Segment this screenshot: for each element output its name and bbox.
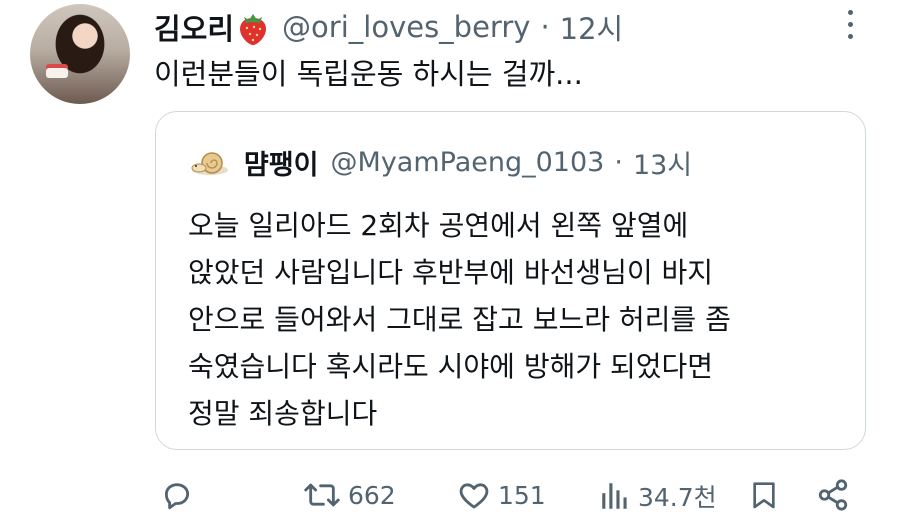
bookmark-button[interactable] bbox=[748, 478, 780, 512]
header-separator: · bbox=[540, 10, 550, 44]
tweet-text: 이런분들이 독립운동 하시는 걸까... bbox=[154, 57, 583, 91]
author-handle[interactable]: @ori_loves_berry bbox=[282, 10, 530, 44]
author-name[interactable]: 김오리 bbox=[154, 6, 234, 48]
quoted-text-line: 오늘 일리아드 2회차 공연에서 왼쪽 앞열에 bbox=[188, 209, 689, 242]
heart-icon bbox=[459, 483, 489, 509]
quoted-tweet-text: 오늘 일리아드 2회차 공연에서 왼쪽 앞열에 앉았던 사람입니다 후반부에 바… bbox=[188, 202, 838, 437]
quoted-tweet-card[interactable]: 먐팽이 @MyamPaeng_0103 · 13시 오늘 일리아드 2회차 공연… bbox=[155, 111, 866, 450]
bookmark-icon bbox=[753, 482, 775, 509]
more-icon[interactable] bbox=[842, 10, 858, 44]
like-count: 151 bbox=[498, 480, 546, 510]
retweet-count: 662 bbox=[348, 480, 396, 510]
views-icon bbox=[602, 483, 627, 509]
share-button[interactable] bbox=[816, 478, 850, 512]
quoted-header-separator: · bbox=[614, 146, 623, 178]
quoted-text-line: 안으로 들어와서 그대로 잡고 보느라 허리를 좀 bbox=[188, 303, 731, 336]
quoted-text-line: 정말 죄송합니다 bbox=[188, 397, 378, 430]
like-button[interactable]: 151 bbox=[456, 478, 546, 512]
quoted-text-line: 앉았던 사람입니다 후반부에 바선생님이 바지 bbox=[188, 256, 714, 289]
retweet-button[interactable]: 662 bbox=[302, 478, 396, 512]
quoted-tweet-header: 먐팽이 @MyamPaeng_0103 · 13시 bbox=[190, 140, 692, 184]
reply-button[interactable] bbox=[160, 478, 194, 512]
quoted-author-name[interactable]: 먐팽이 bbox=[244, 143, 319, 182]
author-avatar[interactable] bbox=[30, 4, 130, 104]
tweet-action-bar: 662 151 34.7천 bbox=[0, 470, 900, 526]
retweet-icon bbox=[304, 483, 340, 507]
quoted-tweet-timestamp[interactable]: 13시 bbox=[633, 143, 692, 182]
tweet-timestamp[interactable]: 12시 bbox=[560, 6, 624, 48]
avatar-cake-detail bbox=[46, 68, 68, 78]
strawberry-emoji bbox=[240, 14, 267, 45]
quoted-text-line: 숙였습니다 혹시라도 시야에 방해가 되었다면 bbox=[188, 350, 714, 383]
quoted-author-avatar[interactable] bbox=[190, 147, 230, 177]
quoted-author-handle[interactable]: @MyamPaeng_0103 bbox=[331, 147, 605, 178]
share-icon bbox=[818, 479, 848, 511]
reply-icon bbox=[164, 483, 190, 510]
views-count: 34.7천 bbox=[638, 483, 717, 512]
views-button[interactable]: 34.7천 bbox=[598, 478, 717, 514]
tweet-header: 김오리 @ori_loves_berry · 12시 bbox=[154, 6, 623, 48]
